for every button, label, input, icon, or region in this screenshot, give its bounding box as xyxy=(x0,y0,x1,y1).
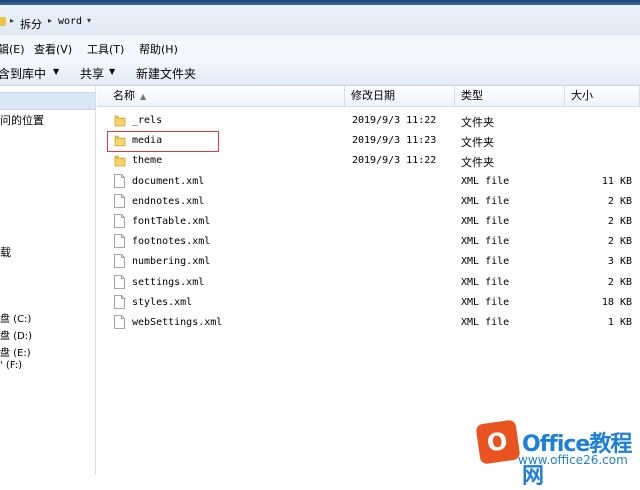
file-name: theme xyxy=(132,155,163,167)
file-type: 文件夹 xyxy=(461,136,494,150)
column-header-type-label: 类型 xyxy=(461,89,483,102)
file-name: styles.xml xyxy=(132,296,193,308)
share-dropdown-icon[interactable]: ▼ xyxy=(109,67,115,76)
file-type: 文件夹 xyxy=(461,156,494,170)
breadcrumb-separator-icon[interactable]: ▸ xyxy=(48,16,52,25)
sort-ascending-icon: ▲ xyxy=(140,92,147,101)
breadcrumb-current[interactable]: word xyxy=(58,16,82,27)
file-row[interactable]: _rels 2019/9/3 11:22 文件夹 xyxy=(97,111,640,131)
xml-file-icon xyxy=(114,274,125,289)
file-row[interactable]: styles.xml XML file 18 KB xyxy=(97,293,640,313)
file-size: 1 KB xyxy=(607,317,632,328)
xml-file-icon xyxy=(114,254,125,269)
address-bar[interactable]: ▸ 拆分 ▸ word ▾ xyxy=(0,5,640,36)
folder-icon xyxy=(114,154,126,167)
file-name: fontTable.xml xyxy=(132,216,211,227)
file-name: footnotes.xml xyxy=(132,236,211,248)
menu-view[interactable]: 查看(V) xyxy=(34,41,72,57)
file-name: webSettings.xml xyxy=(132,317,223,328)
file-row[interactable]: footnotes.xml XML file 2 KB xyxy=(97,232,640,252)
share-button[interactable]: 共享 xyxy=(80,65,104,82)
column-header-name[interactable]: 名称 ▲ xyxy=(97,86,345,106)
file-name: settings.xml xyxy=(132,276,205,288)
new-folder-button[interactable]: 新建文件夹 xyxy=(136,65,196,82)
file-type: XML file xyxy=(461,296,510,308)
file-type: 文件夹 xyxy=(461,116,494,129)
file-name: document.xml xyxy=(132,175,205,187)
watermark: O Office教程网 www.office26.com xyxy=(475,419,638,489)
file-modified-date: 2019/9/3 11:23 xyxy=(352,135,437,147)
breadcrumb-folder[interactable]: 拆分 xyxy=(20,16,42,32)
menu-edit[interactable]: 辑(E) xyxy=(0,41,25,57)
nav-drive-d[interactable]: 盘 (D:) xyxy=(0,327,32,342)
file-name: _rels xyxy=(132,115,163,126)
file-row[interactable]: settings.xml XML file 2 KB xyxy=(97,273,640,293)
menu-tools[interactable]: 工具(T) xyxy=(87,41,124,57)
file-size: 18 KB xyxy=(601,296,632,308)
nav-item-recent-places[interactable]: 问的位置 xyxy=(0,112,44,128)
column-header-type[interactable]: 类型 xyxy=(455,86,565,106)
file-type: XML file xyxy=(461,175,510,187)
column-header-size-label: 大小 xyxy=(571,89,593,102)
nav-selected-row[interactable] xyxy=(0,92,95,110)
file-size: 3 KB xyxy=(607,256,632,268)
file-name: numbering.xml xyxy=(132,256,211,268)
file-modified-date: 2019/9/3 11:22 xyxy=(352,155,437,167)
menu-bar: 辑(E) 查看(V) 工具(T) 帮助(H) xyxy=(0,35,640,59)
command-toolbar: 含到库中 ▼ 共享 ▼ 新建文件夹 xyxy=(0,59,640,86)
file-row[interactable]: fontTable.xml XML file 2 KB xyxy=(97,212,640,232)
column-header-name-label: 名称 xyxy=(113,89,135,102)
nav-item-downloads[interactable]: 载 xyxy=(0,244,11,260)
column-header-date-label: 修改日期 xyxy=(351,89,395,102)
file-type: XML file xyxy=(461,236,510,248)
xml-file-icon xyxy=(114,173,125,188)
breadcrumb-dropdown-icon[interactable]: ▾ xyxy=(87,16,91,25)
file-row[interactable]: theme 2019/9/3 11:22 文件夹 xyxy=(97,151,640,171)
file-name: endnotes.xml xyxy=(132,195,205,207)
file-row[interactable]: webSettings.xml XML file 1 KB xyxy=(97,313,640,333)
office-logo-icon: O xyxy=(475,419,521,465)
nav-drive-c[interactable]: 盘 (C:) xyxy=(0,310,31,325)
watermark-url: www.office26.com xyxy=(518,453,628,467)
file-size: 2 KB xyxy=(607,236,632,248)
file-type: XML file xyxy=(461,195,510,207)
column-header-size[interactable]: 大小 xyxy=(565,86,640,106)
xml-file-icon xyxy=(114,234,125,249)
file-type: XML file xyxy=(461,216,510,227)
address-folder-icon xyxy=(0,17,6,26)
file-type: XML file xyxy=(461,317,510,328)
breadcrumb-separator-icon[interactable]: ▸ xyxy=(10,16,14,25)
xml-file-icon xyxy=(114,315,125,329)
file-size: 2 KB xyxy=(607,276,632,288)
column-header-date[interactable]: 修改日期 xyxy=(345,86,455,106)
file-row[interactable]: numbering.xml XML file 3 KB xyxy=(97,252,640,272)
file-modified-date: 2019/9/3 11:22 xyxy=(352,115,437,126)
column-header-row: 名称 ▲ 修改日期 类型 大小 xyxy=(97,86,640,107)
include-in-library-button[interactable]: 含到库中 xyxy=(0,65,46,82)
xml-file-icon xyxy=(114,214,125,228)
navigation-pane: 问的位置 载 盘 (C:) 盘 (D:) 盘 (E:) ' (F:) xyxy=(0,86,96,475)
nav-drive-e[interactable]: 盘 (E:) xyxy=(0,344,31,359)
file-row[interactable]: endnotes.xml XML file 2 KB xyxy=(97,192,640,212)
file-size: 2 KB xyxy=(607,216,632,227)
include-dropdown-icon[interactable]: ▼ xyxy=(53,67,59,76)
file-size: 11 KB xyxy=(601,175,632,187)
file-size: 2 KB xyxy=(607,195,632,207)
file-row[interactable]: document.xml XML file 11 KB xyxy=(97,172,640,192)
xml-file-icon xyxy=(114,193,125,208)
media-highlight-box xyxy=(107,131,219,152)
menu-help[interactable]: 帮助(H) xyxy=(139,41,178,57)
file-type: XML file xyxy=(461,256,510,268)
folder-icon xyxy=(114,114,126,127)
xml-file-icon xyxy=(114,294,125,309)
nav-drive-f[interactable]: ' (F:) xyxy=(0,360,22,371)
watermark-logo-letter: O xyxy=(485,426,510,458)
file-type: XML file xyxy=(461,276,510,288)
